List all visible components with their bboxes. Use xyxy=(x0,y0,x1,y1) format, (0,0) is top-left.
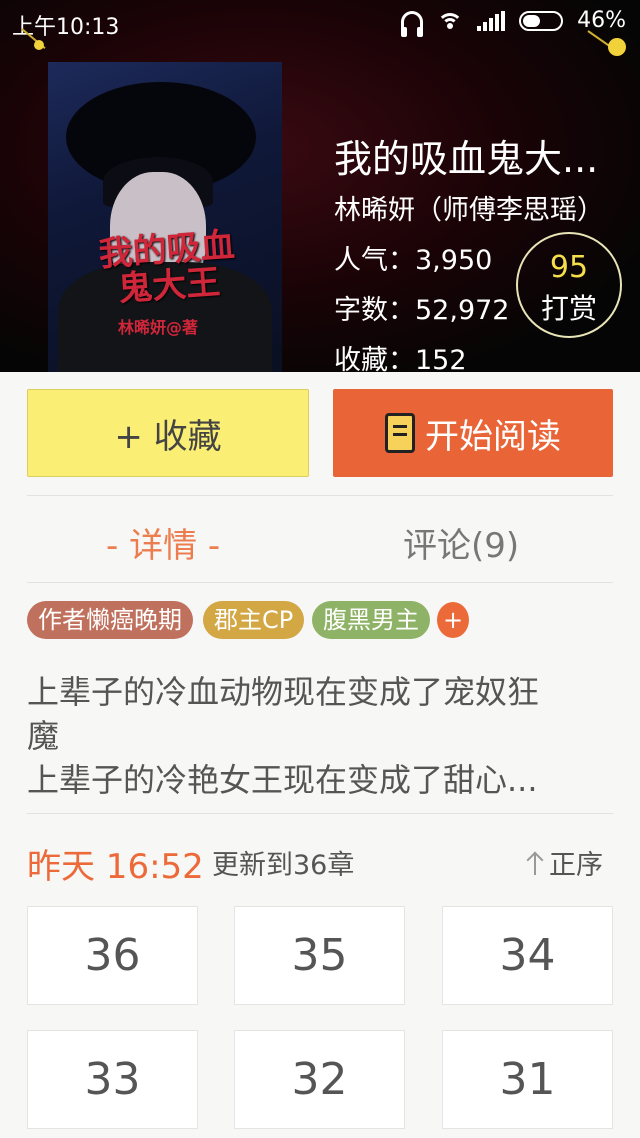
add-tag-button[interactable]: + xyxy=(437,602,469,638)
description-line: 上辈子的冷血动物现在变成了宠奴狂 xyxy=(27,673,540,711)
tag-chip[interactable]: 腹黑男主 xyxy=(312,601,430,639)
book-header: 上午10:13 46% 我的吸血鬼大王 林晞妍@著 我的吸血鬼大... 林晞妍（… xyxy=(0,0,640,372)
description-line: 魔 xyxy=(27,717,60,755)
status-bar: 上午10:13 46% xyxy=(0,0,640,44)
word-count-value: 52,972 xyxy=(415,295,510,326)
collect-button-label: + 收藏 xyxy=(114,416,222,457)
sort-label: 正序 xyxy=(549,850,603,881)
favorites-label: 收藏： xyxy=(334,345,415,372)
word-count-stat: 字数：52,972 xyxy=(334,288,509,327)
chapter-button[interactable]: 32 xyxy=(234,1030,405,1129)
book-title: 我的吸血鬼大... xyxy=(334,137,599,181)
chapter-button[interactable]: 31 xyxy=(442,1030,613,1129)
popularity-value: 3,950 xyxy=(415,245,493,276)
start-reading-label: 开始阅读 xyxy=(425,416,561,457)
battery-percent: 46% xyxy=(577,8,626,33)
tab-comments[interactable]: 评论(9) xyxy=(403,518,519,567)
update-text: 更新到36章 xyxy=(212,850,355,881)
cover-title-art: 我的吸血鬼大王 xyxy=(97,225,236,310)
book-description[interactable]: 上辈子的冷血动物现在变成了宠奴狂 魔 上辈子的冷艳女王现在变成了甜心... xyxy=(27,670,613,802)
decor-dot-right xyxy=(608,38,626,56)
update-time: 昨天 16:52 xyxy=(27,847,204,887)
book-author[interactable]: 林晞妍（师傅李思瑶） xyxy=(334,188,604,227)
cover-author-art: 林晞妍@著 xyxy=(118,318,199,337)
divider xyxy=(27,495,613,496)
arrow-up-icon xyxy=(527,851,543,875)
popularity-label: 人气： xyxy=(334,245,415,276)
reward-label: 打赏 xyxy=(540,292,597,325)
signal-icon xyxy=(477,10,506,31)
reward-button[interactable]: 95 打赏 xyxy=(516,232,622,338)
wifi-icon xyxy=(437,11,464,31)
sort-toggle[interactable]: 正序 xyxy=(527,843,603,882)
headphone-icon xyxy=(401,10,424,37)
word-count-label: 字数： xyxy=(334,295,415,326)
popularity-stat: 人气：3,950 xyxy=(334,238,492,277)
decor-dot-left xyxy=(34,40,44,50)
chapter-button[interactable]: 35 xyxy=(234,906,405,1005)
chapter-button[interactable]: 34 xyxy=(442,906,613,1005)
tab-detail[interactable]: - 详情 - xyxy=(106,518,220,567)
book-cover[interactable]: 我的吸血鬼大王 林晞妍@著 xyxy=(48,62,282,372)
divider xyxy=(27,582,613,583)
start-reading-button[interactable]: 开始阅读 xyxy=(333,389,613,477)
tag-chip[interactable]: 作者懒癌晚期 xyxy=(27,601,193,639)
book-icon xyxy=(385,413,415,453)
favorites-value: 152 xyxy=(415,345,467,372)
reward-count: 95 xyxy=(549,250,589,285)
description-line: 上辈子的冷艳女王现在变成了甜心... xyxy=(27,761,538,799)
divider xyxy=(27,813,613,814)
chapter-button[interactable]: 33 xyxy=(27,1030,198,1129)
favorites-stat: 收藏：152 xyxy=(334,338,467,372)
collect-button[interactable]: + 收藏 xyxy=(27,389,309,477)
tag-chip[interactable]: 郡主CP xyxy=(203,601,305,639)
chapter-button[interactable]: 36 xyxy=(27,906,198,1005)
battery-icon xyxy=(519,10,564,31)
